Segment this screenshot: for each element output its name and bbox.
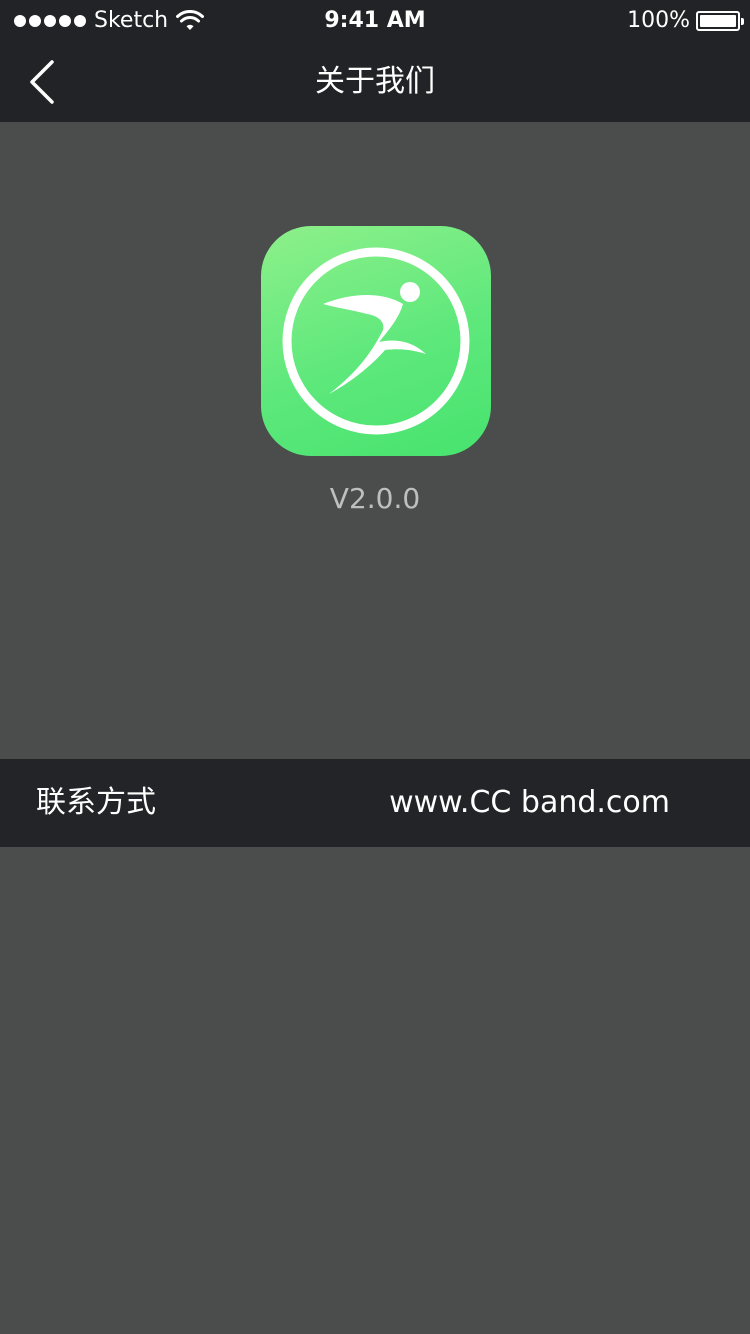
nav-bar: 关于我们 xyxy=(0,42,750,122)
battery-fill xyxy=(700,14,736,27)
contact-website-link[interactable]: www.CC band.com xyxy=(389,759,670,847)
app-version: V2.0.0 xyxy=(329,482,421,515)
chevron-left-icon xyxy=(30,60,54,104)
battery-icon xyxy=(696,10,744,31)
contact-row[interactable]: 联系方式 www.CC band.com xyxy=(0,759,750,847)
contact-label: 联系方式 xyxy=(36,785,156,820)
app-logo xyxy=(261,226,491,456)
status-right: 100% xyxy=(627,8,744,33)
status-bar: Sketch 9:41 AM 100% xyxy=(0,0,750,42)
page-title: 关于我们 xyxy=(315,64,435,99)
runner-logo-icon xyxy=(282,247,470,435)
battery-percent: 100% xyxy=(627,8,690,33)
back-button[interactable] xyxy=(20,54,68,110)
